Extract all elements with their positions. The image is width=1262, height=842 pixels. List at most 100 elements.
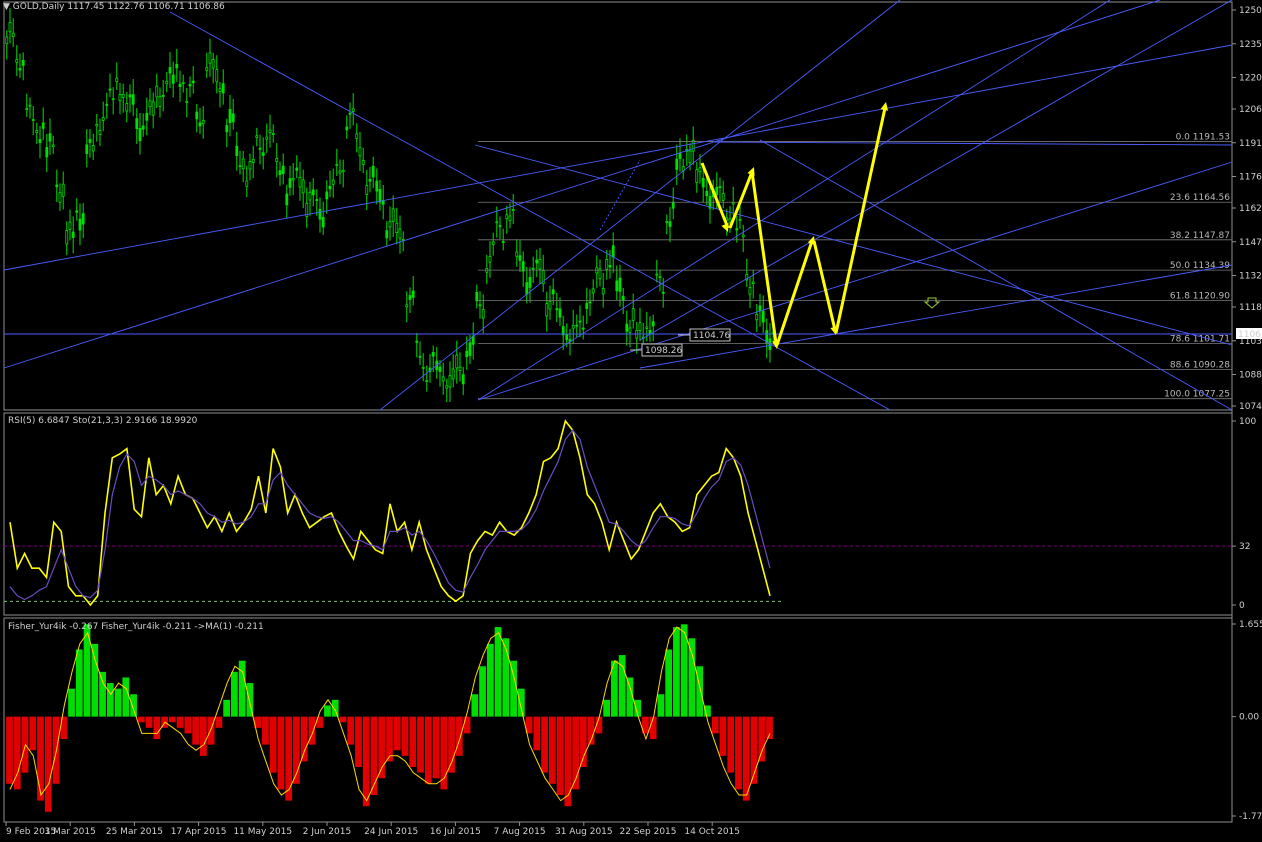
candle-body xyxy=(195,111,199,120)
fisher-histogram-bar xyxy=(735,716,742,790)
fisher-histogram-bar xyxy=(649,716,657,740)
candle-body xyxy=(35,130,39,134)
price-tick-label: 1074 xyxy=(1239,402,1262,412)
candle-body xyxy=(468,342,472,356)
symbol-label: GOLD,Daily xyxy=(12,2,65,12)
candle-body xyxy=(761,310,765,323)
candle-body xyxy=(18,68,22,71)
candle-body xyxy=(728,218,732,223)
fisher-panel-label: Fisher_Yur4ik -0.267 Fisher_Yur4ik -0.21… xyxy=(8,622,264,632)
fisher-tick-label: 0.00 xyxy=(1239,713,1259,723)
candle-body xyxy=(158,96,162,107)
panel-frame-2 xyxy=(3,412,1233,616)
candle-body xyxy=(348,112,352,115)
price-tick-label: 1250 xyxy=(1239,6,1262,16)
fisher-histogram-bar xyxy=(432,716,440,779)
price-tick-label: 1235 xyxy=(1239,40,1262,50)
fisher-histogram-bar xyxy=(137,716,145,723)
candle-body xyxy=(388,221,392,228)
candle-body xyxy=(271,133,275,135)
candle-body xyxy=(518,255,522,261)
candle-body xyxy=(165,80,169,85)
candle-body xyxy=(225,125,229,133)
candle-body xyxy=(345,126,349,131)
candle-body xyxy=(335,164,339,167)
candle-body xyxy=(258,147,262,150)
candle-body xyxy=(141,125,145,130)
candle-body xyxy=(441,376,445,382)
candle-body xyxy=(701,177,705,188)
candle-body xyxy=(325,191,329,200)
price-tick-label: 1206 xyxy=(1239,105,1262,115)
candle-body xyxy=(675,158,679,170)
candle-body xyxy=(128,94,132,98)
menu-arrow-icon[interactable]: ▼ xyxy=(3,2,10,12)
panel-frame-1 xyxy=(3,1,1233,411)
candle-body xyxy=(235,145,239,157)
candle-body xyxy=(211,59,215,69)
x-tick-label: 17 Apr 2015 xyxy=(171,827,227,837)
fisher-histogram-bar xyxy=(657,694,665,717)
fisher-histogram-bar xyxy=(665,649,673,717)
candle-body xyxy=(651,321,655,327)
candle-body xyxy=(558,308,562,318)
candle-body xyxy=(525,282,529,295)
candle-body xyxy=(551,289,555,295)
candle-body xyxy=(455,354,459,369)
fisher-histogram-bar xyxy=(176,716,184,728)
candle-body xyxy=(315,199,319,201)
rsi-tick-label: 100 xyxy=(1239,417,1256,427)
fisher-histogram-bar xyxy=(37,716,44,801)
price-tick-label: 1088 xyxy=(1239,371,1262,381)
candle-body xyxy=(21,60,25,66)
trendline xyxy=(477,161,1233,401)
price-tick-label: 1220 xyxy=(1239,74,1262,84)
candle-body xyxy=(285,193,289,206)
candle-body xyxy=(181,82,185,85)
fisher-histogram-bar xyxy=(580,716,587,768)
candle-body xyxy=(161,95,165,97)
fisher-histogram-bar xyxy=(758,716,766,762)
price-tick-label: 1191 xyxy=(1239,139,1262,149)
fisher-histogram-bar xyxy=(766,716,773,740)
candle-body xyxy=(131,94,135,105)
rsi-panel-label: RSI(5) 6.6847 Sto(21,3,3) 2.9166 18.9920 xyxy=(8,416,198,426)
candle-body xyxy=(611,245,615,258)
candle-body xyxy=(175,63,179,69)
candle-body xyxy=(278,170,282,176)
candle-body xyxy=(508,215,512,221)
fib-level-label: 50.0 1134.39 xyxy=(1170,261,1230,271)
candle-body xyxy=(615,280,619,292)
candle-body xyxy=(501,241,505,243)
candle-body xyxy=(631,308,635,321)
candle-body xyxy=(488,256,492,263)
candle-body xyxy=(98,129,102,135)
candle-body xyxy=(421,366,425,369)
candle-body xyxy=(151,101,155,116)
candle-body xyxy=(318,208,322,220)
candle-body xyxy=(528,277,532,288)
candle-body xyxy=(621,295,625,301)
trendline xyxy=(639,264,1233,369)
rsi-series-line xyxy=(9,429,771,601)
fisher-histogram-bar xyxy=(401,716,409,756)
candle-body xyxy=(408,295,412,300)
trendline xyxy=(169,11,891,411)
trendline xyxy=(3,0,1161,369)
fisher-histogram-bar xyxy=(331,699,339,717)
trendline xyxy=(3,44,1233,271)
fisher-histogram-bar xyxy=(548,716,556,784)
trendline xyxy=(639,0,1233,341)
price-tick-label: 1132 xyxy=(1239,272,1262,282)
candle-body xyxy=(521,261,525,272)
candle-body xyxy=(148,100,152,108)
candle-body xyxy=(215,69,219,83)
fisher-histogram-bar xyxy=(409,716,417,768)
fib-level-label: 23.6 1164.56 xyxy=(1170,193,1230,203)
symbol-header: ▼ GOLD,Daily 1117.45 1122.76 1106.71 110… xyxy=(3,2,225,12)
x-tick-label: 22 Sep 2015 xyxy=(619,827,676,837)
candle-body xyxy=(238,165,242,168)
fisher-histogram-bar xyxy=(510,660,517,717)
candle-body xyxy=(755,313,759,321)
candle-body xyxy=(511,209,515,211)
